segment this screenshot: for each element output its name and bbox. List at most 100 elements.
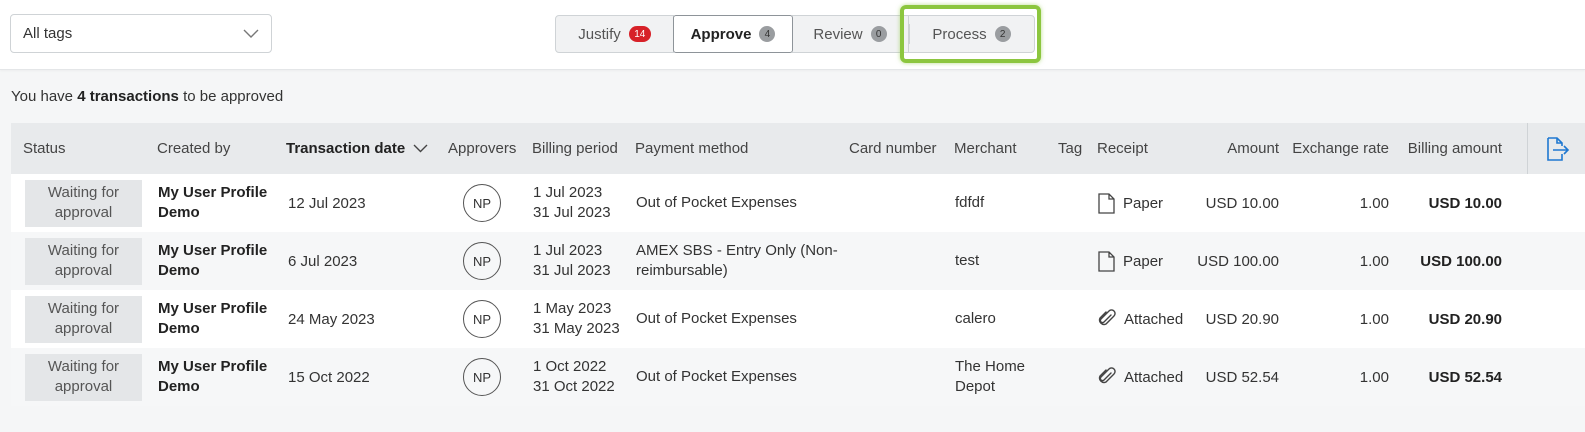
- merchant-cell: The Home Depot: [955, 358, 1026, 395]
- receipt-cell[interactable]: Paper: [1098, 174, 1163, 232]
- amount-cell: USD 20.90: [1205, 310, 1279, 328]
- paperclip-icon: [1098, 309, 1116, 326]
- status-badge: Waiting for approval: [25, 354, 142, 401]
- transaction-count: 4 transactions: [77, 88, 179, 105]
- approver-cell: NP: [463, 348, 501, 406]
- column-header-receipt[interactable]: Receipt: [1097, 123, 1148, 174]
- approver-cell: NP: [463, 290, 501, 348]
- column-header-amount[interactable]: Amount: [1191, 123, 1279, 174]
- table-header: Status Created by Transaction date Appro…: [11, 123, 1585, 174]
- table-row[interactable]: Waiting for approval My User Profile Demo …: [11, 348, 1585, 406]
- tab-label: Justify: [578, 25, 621, 43]
- workflow-tabs: Justify 14 Approve 4 Review 0 Process 2: [555, 15, 1035, 53]
- avatar[interactable]: NP: [463, 184, 501, 222]
- approver-cell: NP: [463, 174, 501, 232]
- avatar[interactable]: NP: [463, 242, 501, 280]
- export-file-icon: [1546, 136, 1569, 161]
- transaction-date-cell: 24 May 2023: [288, 310, 375, 328]
- tab-approve[interactable]: Approve 4: [673, 15, 793, 53]
- amount-cell: USD 100.00: [1197, 252, 1279, 270]
- tab-process[interactable]: Process 2: [908, 15, 1035, 53]
- avatar[interactable]: NP: [463, 300, 501, 338]
- transaction-date-cell: 6 Jul 2023: [288, 252, 358, 270]
- tab-label: Review: [813, 25, 863, 43]
- receipt-cell[interactable]: Attached: [1098, 348, 1183, 406]
- tab-label: Process: [932, 25, 987, 43]
- exchange-rate-cell: 1.00: [1359, 310, 1389, 328]
- export-button[interactable]: [1527, 123, 1585, 174]
- payment-method-cell: Out of Pocket Expenses: [636, 310, 797, 327]
- column-header-tag[interactable]: Tag: [1058, 123, 1082, 174]
- summary-prefix: You have: [11, 88, 74, 105]
- billing-amount-cell: USD 10.00: [1428, 194, 1502, 212]
- payment-method-cell: Out of Pocket Expenses: [636, 368, 797, 385]
- count-badge: 4: [759, 26, 776, 42]
- document-icon: [1098, 250, 1115, 272]
- top-bar: All tags Justify 14 Approve 4 Review 0 P…: [0, 0, 1585, 70]
- created-by-cell: My User Profile Demo: [158, 242, 268, 279]
- billing-amount-cell: USD 52.54: [1428, 368, 1502, 386]
- column-header-exchange-rate[interactable]: Exchange rate: [1283, 123, 1389, 174]
- table-row[interactable]: Waiting for approval My User Profile Demo …: [11, 232, 1585, 290]
- column-header-transaction-date[interactable]: Transaction date: [286, 123, 428, 174]
- column-header-approvers[interactable]: Approvers: [448, 123, 516, 174]
- merchant-cell: calero: [955, 310, 996, 327]
- summary-text: You have 4 transactions to be approved: [11, 88, 283, 105]
- transaction-date-cell: 12 Jul 2023: [288, 194, 366, 212]
- merchant-cell: fdfdf: [955, 194, 985, 211]
- tab-label: Approve: [690, 25, 752, 43]
- table-row[interactable]: Waiting for approval My User Profile Demo …: [11, 174, 1585, 232]
- table-row[interactable]: Waiting for approval My User Profile Demo …: [11, 290, 1585, 348]
- amount-cell: USD 52.54: [1205, 368, 1279, 386]
- transaction-date-cell: 15 Oct 2022: [288, 368, 370, 386]
- exchange-rate-cell: 1.00: [1359, 194, 1389, 212]
- column-label: Transaction date: [286, 140, 406, 157]
- column-header-card-number[interactable]: Card number: [849, 123, 937, 174]
- sort-descending-icon: [413, 144, 428, 153]
- count-badge: 2: [994, 26, 1011, 42]
- billing-amount-cell: USD 20.90: [1428, 310, 1502, 328]
- exchange-rate-cell: 1.00: [1359, 252, 1389, 270]
- column-header-merchant[interactable]: Merchant: [954, 123, 1017, 174]
- billing-amount-cell: USD 100.00: [1420, 252, 1502, 270]
- tag-filter-value: All tags: [23, 25, 73, 42]
- paperclip-icon: [1098, 367, 1116, 384]
- receipt-label: Attached: [1124, 368, 1184, 386]
- summary-suffix: to be approved: [183, 88, 284, 105]
- transactions-table: Status Created by Transaction date Appro…: [11, 123, 1585, 406]
- tag-filter-select[interactable]: All tags: [10, 14, 272, 53]
- payment-method-cell: AMEX SBS - Entry Only (Non-reimbursable): [636, 242, 838, 279]
- payment-method-cell: Out of Pocket Expenses: [636, 194, 797, 211]
- column-header-billing-period[interactable]: Billing period: [532, 123, 618, 174]
- column-header-billing-amount[interactable]: Billing amount: [1396, 123, 1502, 174]
- created-by-cell: My User Profile Demo: [158, 300, 268, 337]
- column-header-created-by[interactable]: Created by: [157, 123, 230, 174]
- billing-period-cell: 1 Jul 2023 31 Jul 2023: [533, 184, 611, 221]
- created-by-cell: My User Profile Demo: [158, 184, 268, 221]
- tab-review[interactable]: Review 0: [792, 15, 908, 53]
- merchant-cell: test: [955, 252, 980, 269]
- receipt-cell[interactable]: Attached: [1098, 290, 1183, 348]
- avatar[interactable]: NP: [463, 358, 501, 396]
- exchange-rate-cell: 1.00: [1359, 368, 1389, 386]
- status-badge: Waiting for approval: [25, 296, 142, 343]
- receipt-label: Attached: [1124, 310, 1184, 328]
- status-badge: Waiting for approval: [25, 238, 142, 285]
- count-badge: 14: [628, 26, 651, 42]
- tab-justify[interactable]: Justify 14: [555, 15, 674, 53]
- created-by-cell: My User Profile Demo: [158, 358, 268, 395]
- billing-period-cell: 1 Jul 2023 31 Jul 2023: [533, 242, 611, 279]
- count-badge: 0: [870, 26, 887, 42]
- amount-cell: USD 10.00: [1205, 194, 1279, 212]
- chevron-down-icon: [243, 29, 259, 38]
- approver-cell: NP: [463, 232, 501, 290]
- billing-period-cell: 1 May 2023 31 May 2023: [533, 300, 620, 337]
- billing-period-cell: 1 Oct 2022 31 Oct 2022: [533, 358, 615, 395]
- column-header-payment-method[interactable]: Payment method: [635, 123, 748, 174]
- status-badge: Waiting for approval: [25, 180, 142, 227]
- column-header-status[interactable]: Status: [23, 123, 66, 174]
- receipt-label: Paper: [1123, 194, 1164, 212]
- document-icon: [1098, 192, 1115, 214]
- receipt-label: Paper: [1123, 252, 1164, 270]
- receipt-cell[interactable]: Paper: [1098, 232, 1163, 290]
